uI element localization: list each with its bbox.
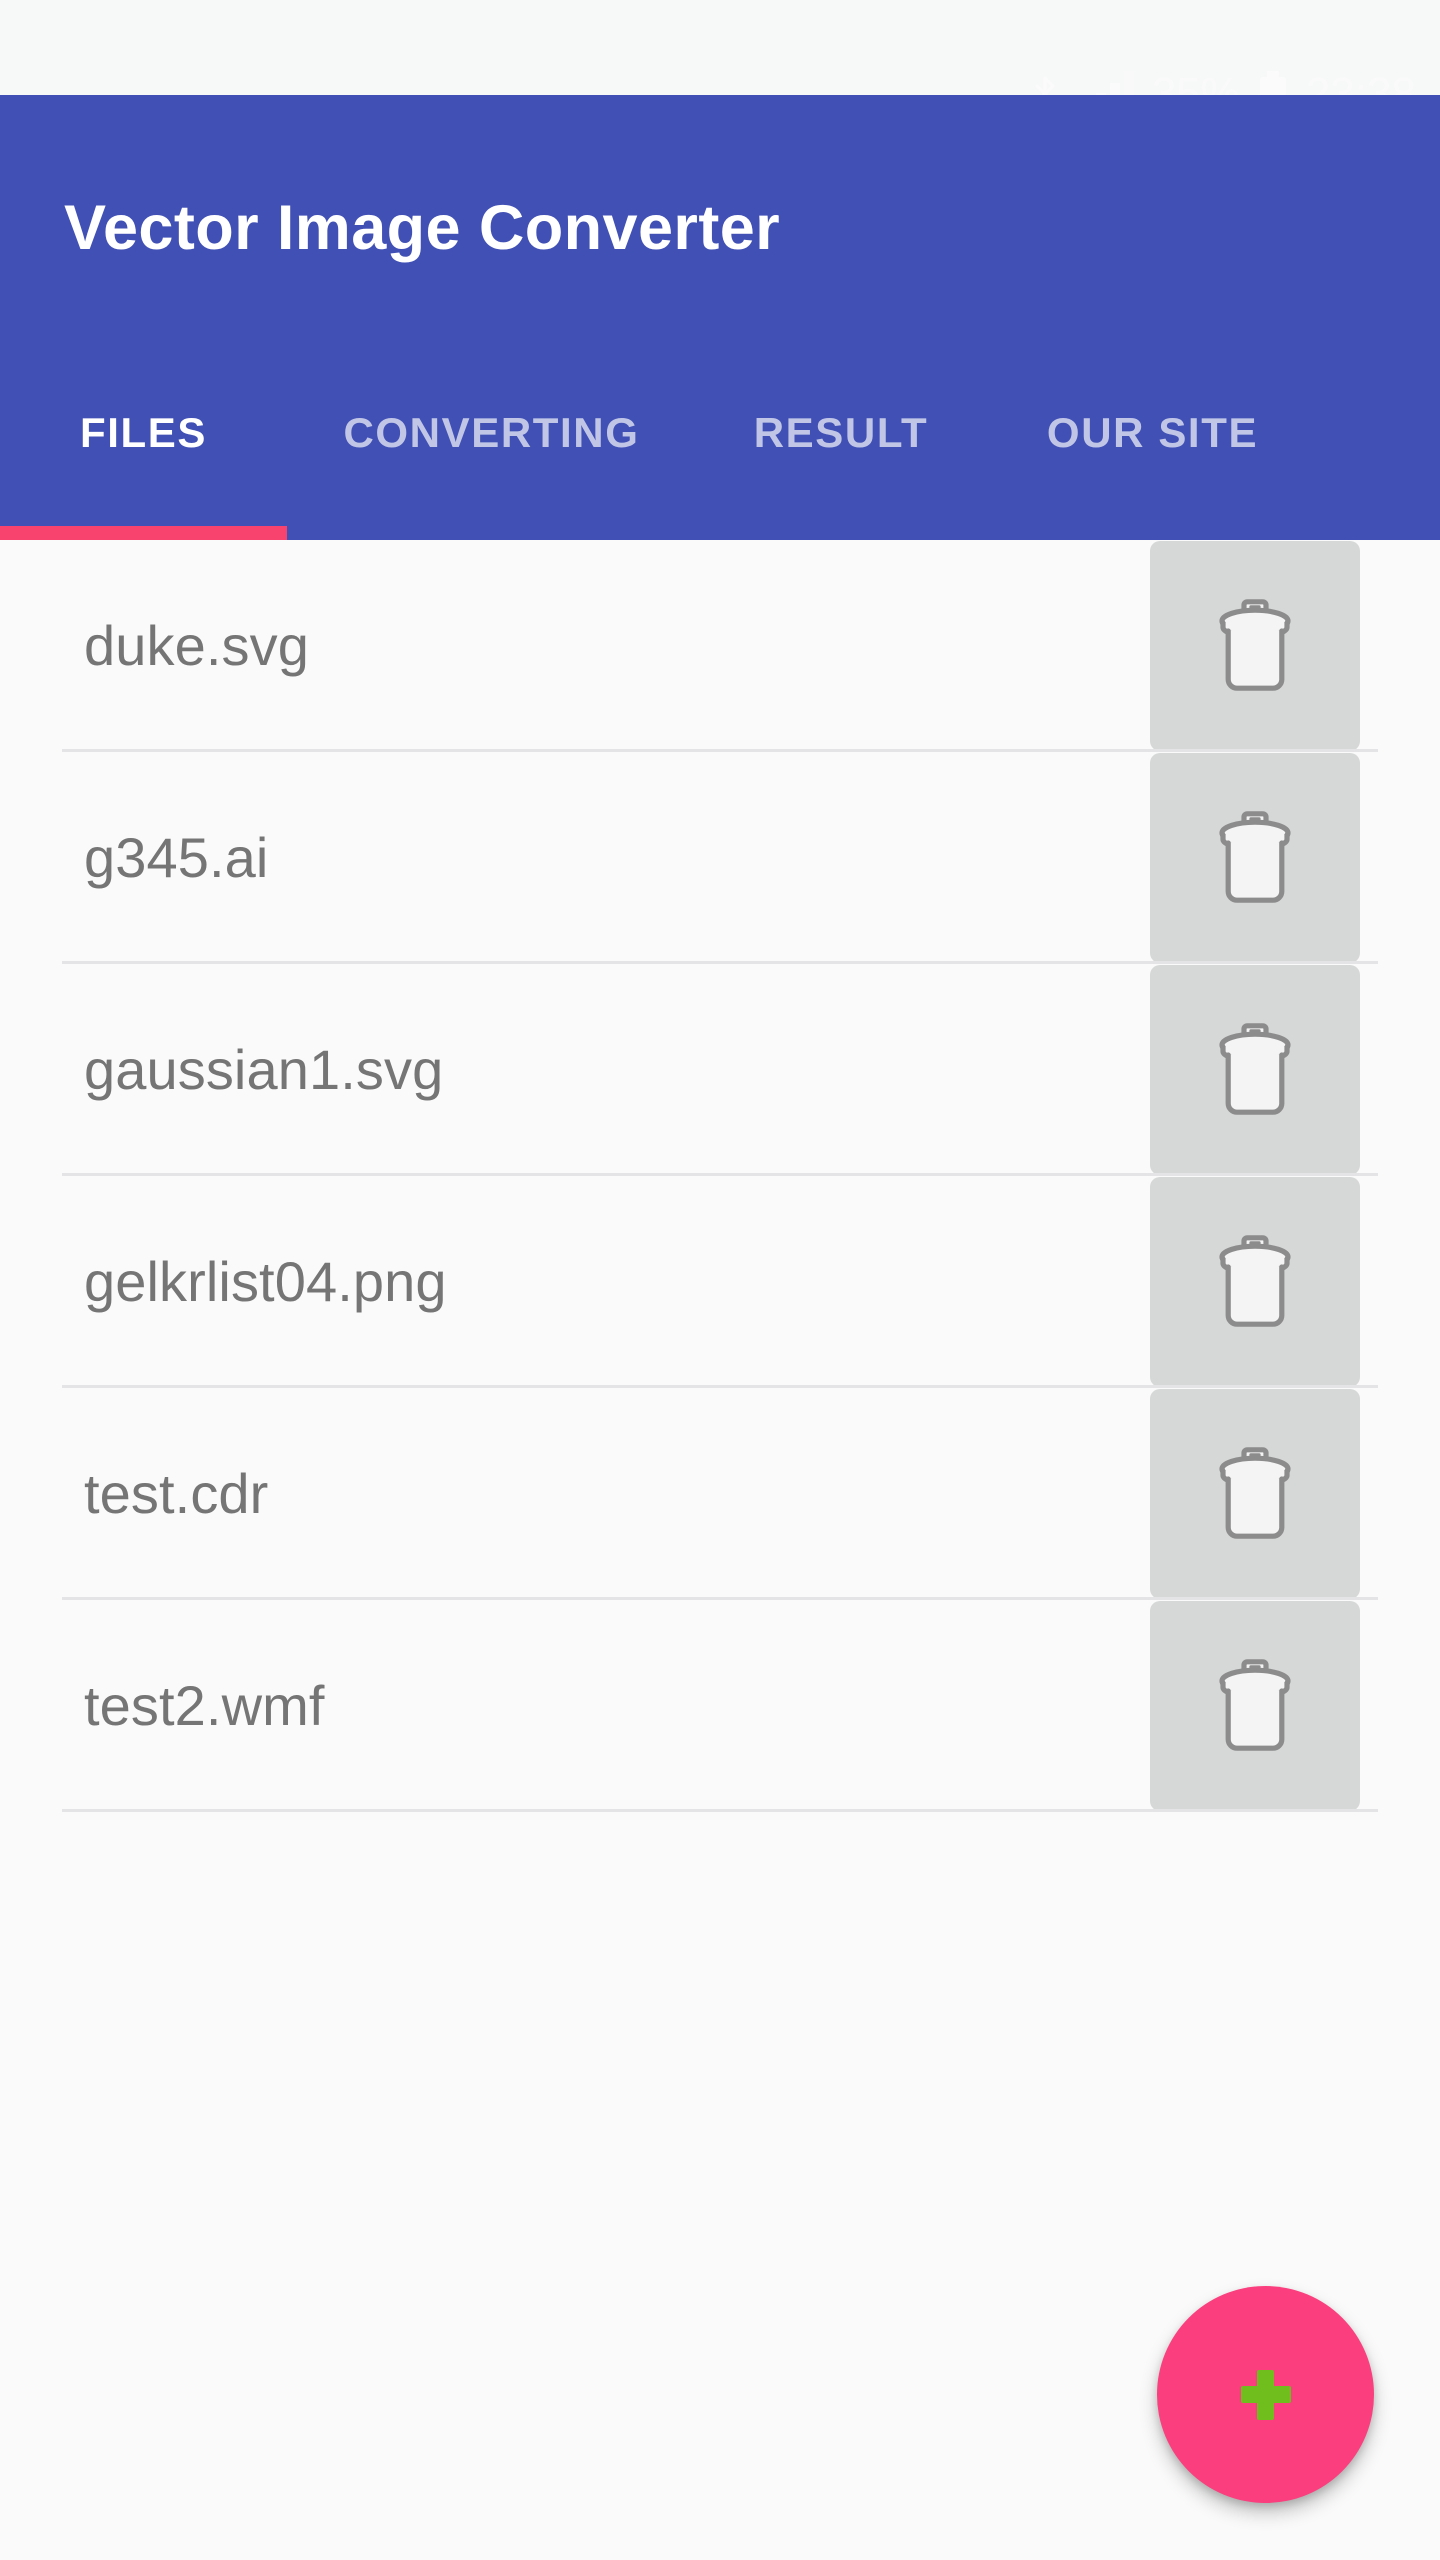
battery-icon — [1258, 71, 1288, 95]
file-row[interactable]: duke.svg — [0, 540, 1440, 752]
signal-bars-icon — [1082, 71, 1134, 95]
trash-icon — [1207, 1442, 1303, 1546]
file-name-label: gelkrlist04.png — [84, 1250, 447, 1313]
row-divider — [62, 1809, 1378, 1812]
trash-icon — [1207, 594, 1303, 698]
status-bar: 35% 23:38 — [0, 0, 1440, 95]
tab-indicator — [0, 526, 287, 540]
tab-label: RESULT — [753, 409, 929, 456]
tab-files[interactable]: FILES — [0, 390, 287, 540]
file-list: duke.svg g345.ai gaussian1.svg gelkrlist04.… — [0, 540, 1440, 1812]
tab-our-site[interactable]: OUR SITE — [986, 390, 1319, 540]
tab-label: FILES — [79, 409, 207, 456]
delete-file-button[interactable] — [1150, 1389, 1360, 1599]
file-name-label: test2.wmf — [84, 1674, 325, 1737]
plus-icon-vertical — [1257, 2369, 1274, 2420]
tab-label: OUR SITE — [1046, 409, 1259, 456]
delete-file-button[interactable] — [1150, 1601, 1360, 1811]
trash-icon — [1207, 1230, 1303, 1334]
bluetooth-icon — [1026, 71, 1064, 95]
file-row[interactable]: test2.wmf — [0, 1600, 1440, 1812]
delete-file-button[interactable] — [1150, 753, 1360, 963]
file-row[interactable]: test.cdr — [0, 1388, 1440, 1600]
delete-file-button[interactable] — [1150, 965, 1360, 1175]
trash-icon — [1207, 1654, 1303, 1758]
tab-label: CONVERTING — [343, 409, 640, 456]
delete-file-button[interactable] — [1150, 1177, 1360, 1387]
tab-result[interactable]: RESULT — [696, 390, 986, 540]
file-name-label: g345.ai — [84, 826, 269, 889]
file-row[interactable]: gelkrlist04.png — [0, 1176, 1440, 1388]
file-name-label: gaussian1.svg — [84, 1038, 444, 1101]
trash-icon — [1207, 806, 1303, 910]
trash-icon — [1207, 1018, 1303, 1122]
file-name-label: duke.svg — [84, 614, 309, 677]
clock-label: 23:38 — [1305, 69, 1416, 96]
delete-file-button[interactable] — [1150, 541, 1360, 751]
tab-bar: FILES CONVERTING RESULT OUR SITE — [0, 390, 1440, 540]
tab-converting[interactable]: CONVERTING — [287, 390, 696, 540]
file-row[interactable]: gaussian1.svg — [0, 964, 1440, 1176]
file-name-label: test.cdr — [84, 1462, 269, 1525]
page-title: Vector Image Converter — [64, 193, 781, 263]
add-file-fab[interactable] — [1157, 2286, 1374, 2503]
file-row[interactable]: g345.ai — [0, 752, 1440, 964]
app-bar: Vector Image Converter FILES CONVERTING RE… — [0, 95, 1440, 540]
battery-percent-label: 35% — [1151, 69, 1240, 96]
